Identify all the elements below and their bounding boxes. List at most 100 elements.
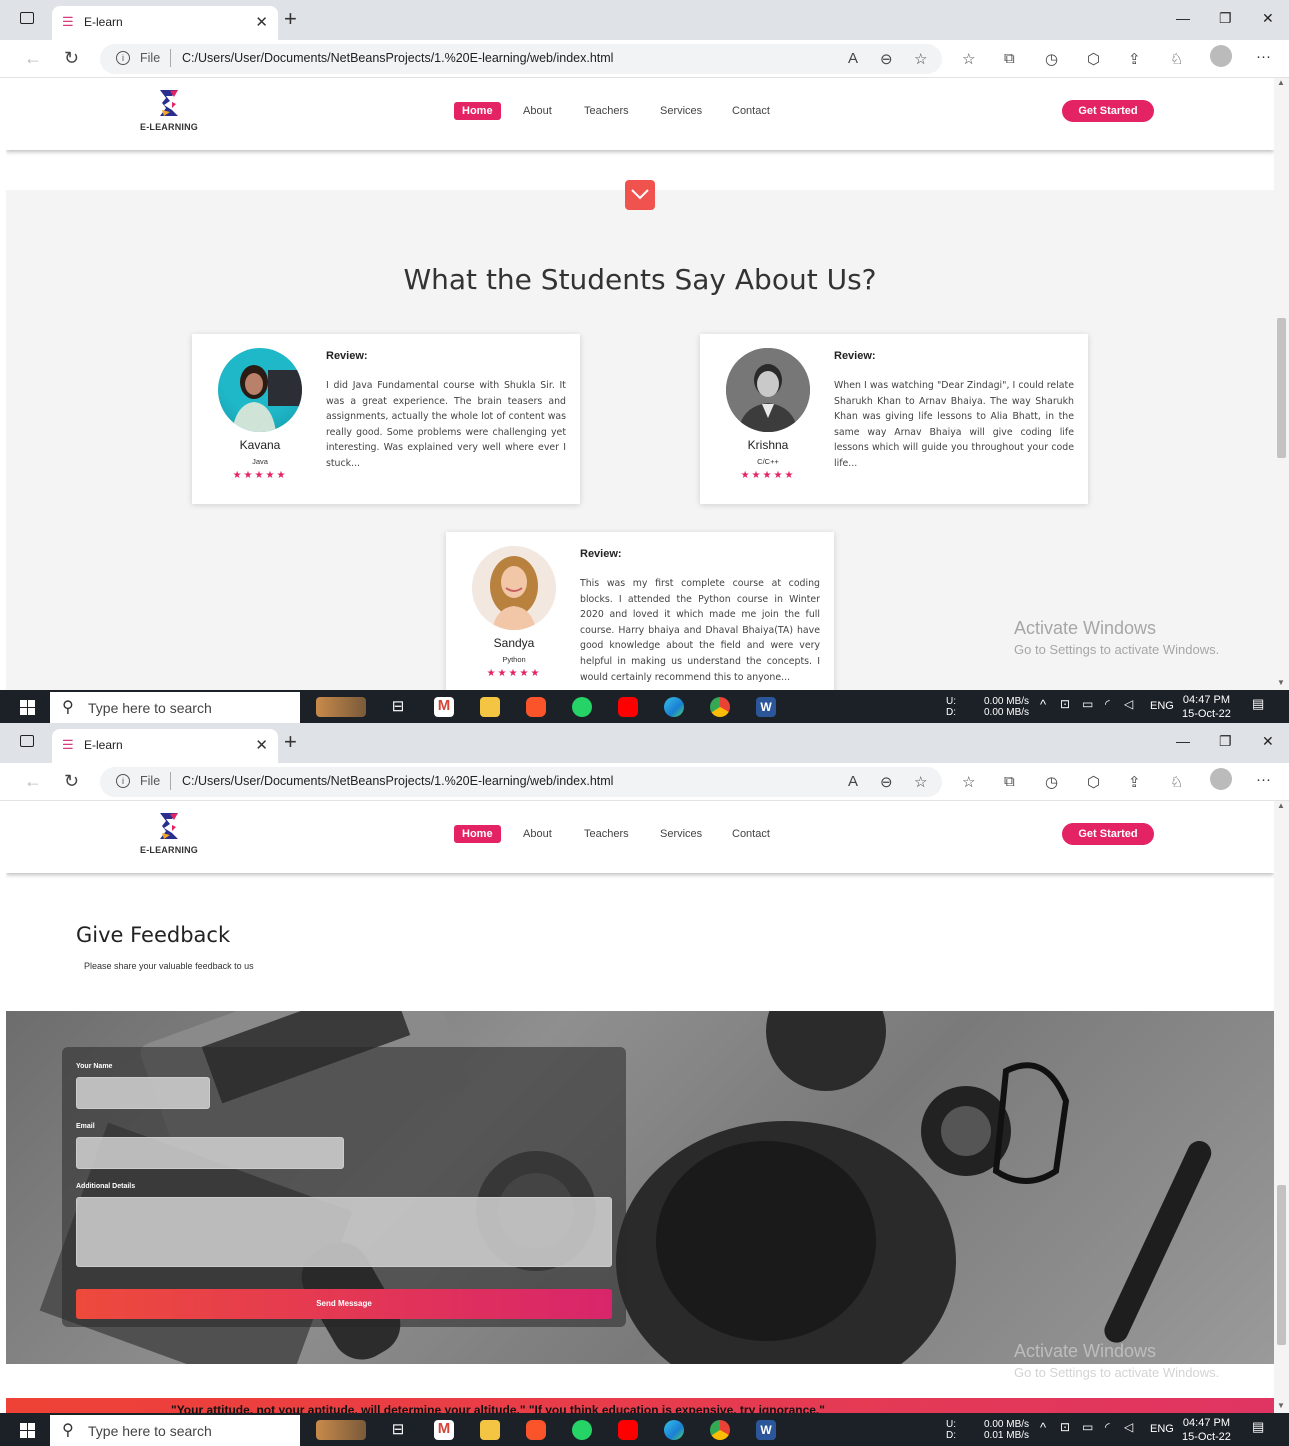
restore-icon[interactable]: ❐: [1219, 733, 1232, 750]
back-icon[interactable]: ←: [24, 48, 42, 69]
add-favorite-icon[interactable]: ☆: [914, 773, 927, 791]
history-icon[interactable]: ◷: [1045, 50, 1058, 68]
page-scrollbar[interactable]: ▲ ▼: [1274, 78, 1289, 690]
browser-tab[interactable]: ☰ E-learn ✕: [52, 6, 278, 40]
close-tab-icon[interactable]: ✕: [255, 13, 268, 31]
nav-services[interactable]: Services: [660, 825, 702, 843]
edge-icon[interactable]: [664, 697, 684, 717]
page-scrollbar[interactable]: ▲ ▼: [1274, 801, 1289, 1413]
favorites-icon[interactable]: ☆: [962, 773, 975, 791]
collections-icon[interactable]: ⧉: [1004, 50, 1015, 67]
extensions-icon[interactable]: ⬡: [1087, 773, 1100, 791]
nav-services[interactable]: Services: [660, 102, 702, 120]
restore-icon[interactable]: ❐: [1219, 10, 1232, 27]
language-indicator[interactable]: ENG: [1150, 701, 1174, 712]
profile-avatar[interactable]: [1210, 45, 1232, 67]
history-icon[interactable]: ◷: [1045, 773, 1058, 791]
url-field[interactable]: i File C:/Users/User/Documents/NetBeansP…: [100, 44, 942, 74]
search-highlight-icon[interactable]: [316, 697, 366, 717]
email-input[interactable]: [76, 1137, 344, 1169]
refresh-icon[interactable]: ↻: [64, 48, 79, 69]
url-field[interactable]: i File C:/Users/User/Documents/NetBeansP…: [100, 767, 942, 797]
file-explorer-icon[interactable]: [480, 1420, 500, 1440]
meet-icon[interactable]: ⊡: [1060, 1421, 1070, 1433]
edge-icon[interactable]: [664, 1420, 684, 1440]
meet-icon[interactable]: ⊡: [1060, 698, 1070, 710]
nav-contact[interactable]: Contact: [732, 102, 770, 120]
word-icon[interactable]: W: [756, 1420, 776, 1440]
collections-icon[interactable]: ⧉: [1004, 773, 1015, 790]
windows-start-icon[interactable]: [20, 700, 35, 715]
zoom-icon[interactable]: ⊖: [880, 50, 893, 68]
windows-start-icon[interactable]: [20, 1423, 35, 1438]
wifi-icon[interactable]: ◜: [1105, 698, 1110, 710]
chrome-icon[interactable]: [710, 697, 730, 717]
close-window-icon[interactable]: ✕: [1262, 733, 1274, 750]
zoom-icon[interactable]: ⊖: [880, 773, 893, 791]
nav-home[interactable]: Home: [454, 825, 501, 843]
extensions-icon[interactable]: ⬡: [1087, 50, 1100, 68]
scroll-up-icon[interactable]: ▲: [1277, 801, 1285, 810]
taskbar-search[interactable]: ⚲ Type here to search: [50, 1415, 300, 1446]
games-icon[interactable]: ♘: [1170, 773, 1183, 791]
url-text[interactable]: C:/Users/User/Documents/NetBeansProjects…: [182, 774, 613, 788]
whatsapp-icon[interactable]: [572, 1420, 592, 1440]
taskbar-clock[interactable]: 04:47 PM 15-Oct-22: [1182, 1416, 1231, 1444]
name-input[interactable]: [76, 1077, 210, 1109]
nav-contact[interactable]: Contact: [732, 825, 770, 843]
wifi-icon[interactable]: ◜: [1105, 1421, 1110, 1433]
file-explorer-icon[interactable]: [480, 697, 500, 717]
scroll-down-icon[interactable]: ▼: [1277, 1401, 1285, 1410]
url-text[interactable]: C:/Users/User/Documents/NetBeansProjects…: [182, 51, 613, 65]
scroll-down-button[interactable]: [625, 180, 655, 210]
new-tab-icon[interactable]: +: [284, 6, 297, 32]
scroll-down-icon[interactable]: ▼: [1277, 678, 1285, 687]
site-logo[interactable]: E-LEARNING: [136, 88, 202, 138]
scroll-up-icon[interactable]: ▲: [1277, 78, 1285, 87]
add-favorite-icon[interactable]: ☆: [914, 50, 927, 68]
minimize-icon[interactable]: —: [1176, 733, 1190, 749]
send-message-button[interactable]: Send Message: [76, 1289, 612, 1319]
whatsapp-icon[interactable]: [572, 697, 592, 717]
notifications-icon[interactable]: ▤: [1252, 1420, 1264, 1433]
search-highlight-icon[interactable]: [316, 1420, 366, 1440]
tab-actions-icon[interactable]: [20, 12, 34, 24]
taskbar-clock[interactable]: 04:47 PM 15-Oct-22: [1182, 693, 1231, 721]
chrome-icon[interactable]: [710, 1420, 730, 1440]
info-icon[interactable]: i: [116, 774, 130, 788]
back-icon[interactable]: ←: [24, 771, 42, 792]
tray-chevron-icon[interactable]: ^: [1040, 698, 1046, 711]
nav-teachers[interactable]: Teachers: [584, 102, 629, 120]
close-window-icon[interactable]: ✕: [1262, 10, 1274, 27]
favorites-icon[interactable]: ☆: [962, 50, 975, 68]
gmail-icon[interactable]: M: [434, 1420, 454, 1440]
nav-teachers[interactable]: Teachers: [584, 825, 629, 843]
word-icon[interactable]: W: [756, 697, 776, 717]
language-indicator[interactable]: ENG: [1150, 1424, 1174, 1435]
share-icon[interactable]: ⇪: [1128, 50, 1141, 68]
info-icon[interactable]: i: [116, 51, 130, 65]
battery-icon[interactable]: ▭: [1082, 698, 1093, 710]
taskbar-search[interactable]: ⚲ Type here to search: [50, 692, 300, 723]
details-textarea[interactable]: [76, 1197, 612, 1267]
profile-avatar[interactable]: [1210, 768, 1232, 790]
volume-icon[interactable]: ◁: [1124, 698, 1133, 710]
games-icon[interactable]: ♘: [1170, 50, 1183, 68]
share-icon[interactable]: ⇪: [1128, 773, 1141, 791]
task-view-icon[interactable]: ⊟: [388, 697, 408, 717]
brave-icon[interactable]: [526, 1420, 546, 1440]
gmail-icon[interactable]: M: [434, 697, 454, 717]
tab-actions-icon[interactable]: [20, 735, 34, 747]
read-aloud-icon[interactable]: A: [848, 50, 858, 67]
browser-tab[interactable]: ☰ E-learn ✕: [52, 729, 278, 763]
brave-icon[interactable]: [526, 697, 546, 717]
refresh-icon[interactable]: ↻: [64, 771, 79, 792]
site-logo[interactable]: E-LEARNING: [136, 811, 202, 861]
scroll-thumb[interactable]: [1277, 1185, 1286, 1345]
battery-icon[interactable]: ▭: [1082, 1421, 1093, 1433]
get-started-button[interactable]: Get Started: [1062, 823, 1154, 845]
notifications-icon[interactable]: ▤: [1252, 697, 1264, 710]
nav-about[interactable]: About: [523, 102, 552, 120]
task-view-icon[interactable]: ⊟: [388, 1420, 408, 1440]
scroll-thumb[interactable]: [1277, 318, 1286, 458]
